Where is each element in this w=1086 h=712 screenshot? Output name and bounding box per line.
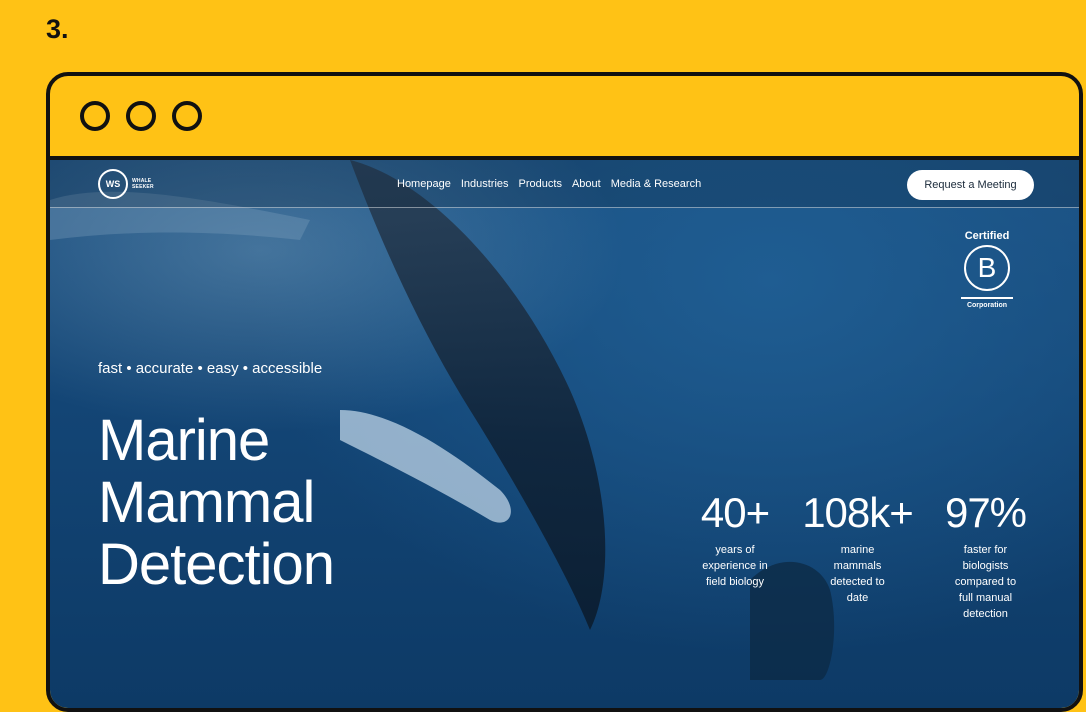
stat-speed-value: 97% [944,489,1027,536]
stat-experience-value: 40+ [700,489,770,536]
window-titlebar [50,76,1079,160]
hero-headline-line-3: Detection [98,532,335,597]
request-meeting-button[interactable]: Request a Meeting [907,170,1034,200]
hero-headline: Marine Mammal Detection [98,408,335,597]
window-control-dot-3[interactable] [172,101,202,131]
window-control-dot-1[interactable] [80,101,110,131]
nav-link-industries[interactable]: Industries [461,178,509,190]
stat-detections: 108k+ marine mammals detected to date [795,490,920,606]
stat-detections-description: marine mammals detected to date [830,544,885,604]
hero-tagline: fast • accurate • easy • accessible [98,360,323,377]
b-corp-divider [961,297,1013,299]
b-corp-icon: B [964,245,1010,291]
b-corp-badge: Certified B Corporation [956,230,1018,309]
logo-wordmark: WHALE SEEKER [132,178,154,190]
nav-link-homepage[interactable]: Homepage [397,178,451,190]
site-navbar: WS WHALE SEEKER Homepage Industries Prod… [50,160,1079,208]
website-viewport: WS WHALE SEEKER Homepage Industries Prod… [50,160,1079,708]
browser-window: WS WHALE SEEKER Homepage Industries Prod… [46,72,1083,712]
hero-headline-line-2: Mammal [98,470,315,535]
main-nav: Homepage Industries Products About Media… [397,178,701,190]
step-number: 3. [46,14,69,44]
nav-link-products[interactable]: Products [519,178,562,190]
nav-link-about[interactable]: About [572,178,601,190]
b-corp-corporation-label: Corporation [966,302,1008,309]
nav-link-media-research[interactable]: Media & Research [611,178,702,190]
site-logo[interactable]: WS WHALE SEEKER [98,169,158,199]
b-corp-certified-label: Certified [964,230,1010,242]
stat-experience: 40+ years of experience in field biology [690,490,780,590]
logo-mark-icon: WS [98,169,128,199]
stat-speed-description: faster for biologists compared to full m… [954,544,1017,620]
stat-experience-description: years of experience in field biology [702,544,768,588]
window-control-dot-2[interactable] [126,101,156,131]
stat-speed: 97% faster for biologists compared to fu… [938,490,1033,622]
hero-headline-line-1: Marine [98,408,270,473]
stat-detections-value: 108k+ [802,489,914,536]
